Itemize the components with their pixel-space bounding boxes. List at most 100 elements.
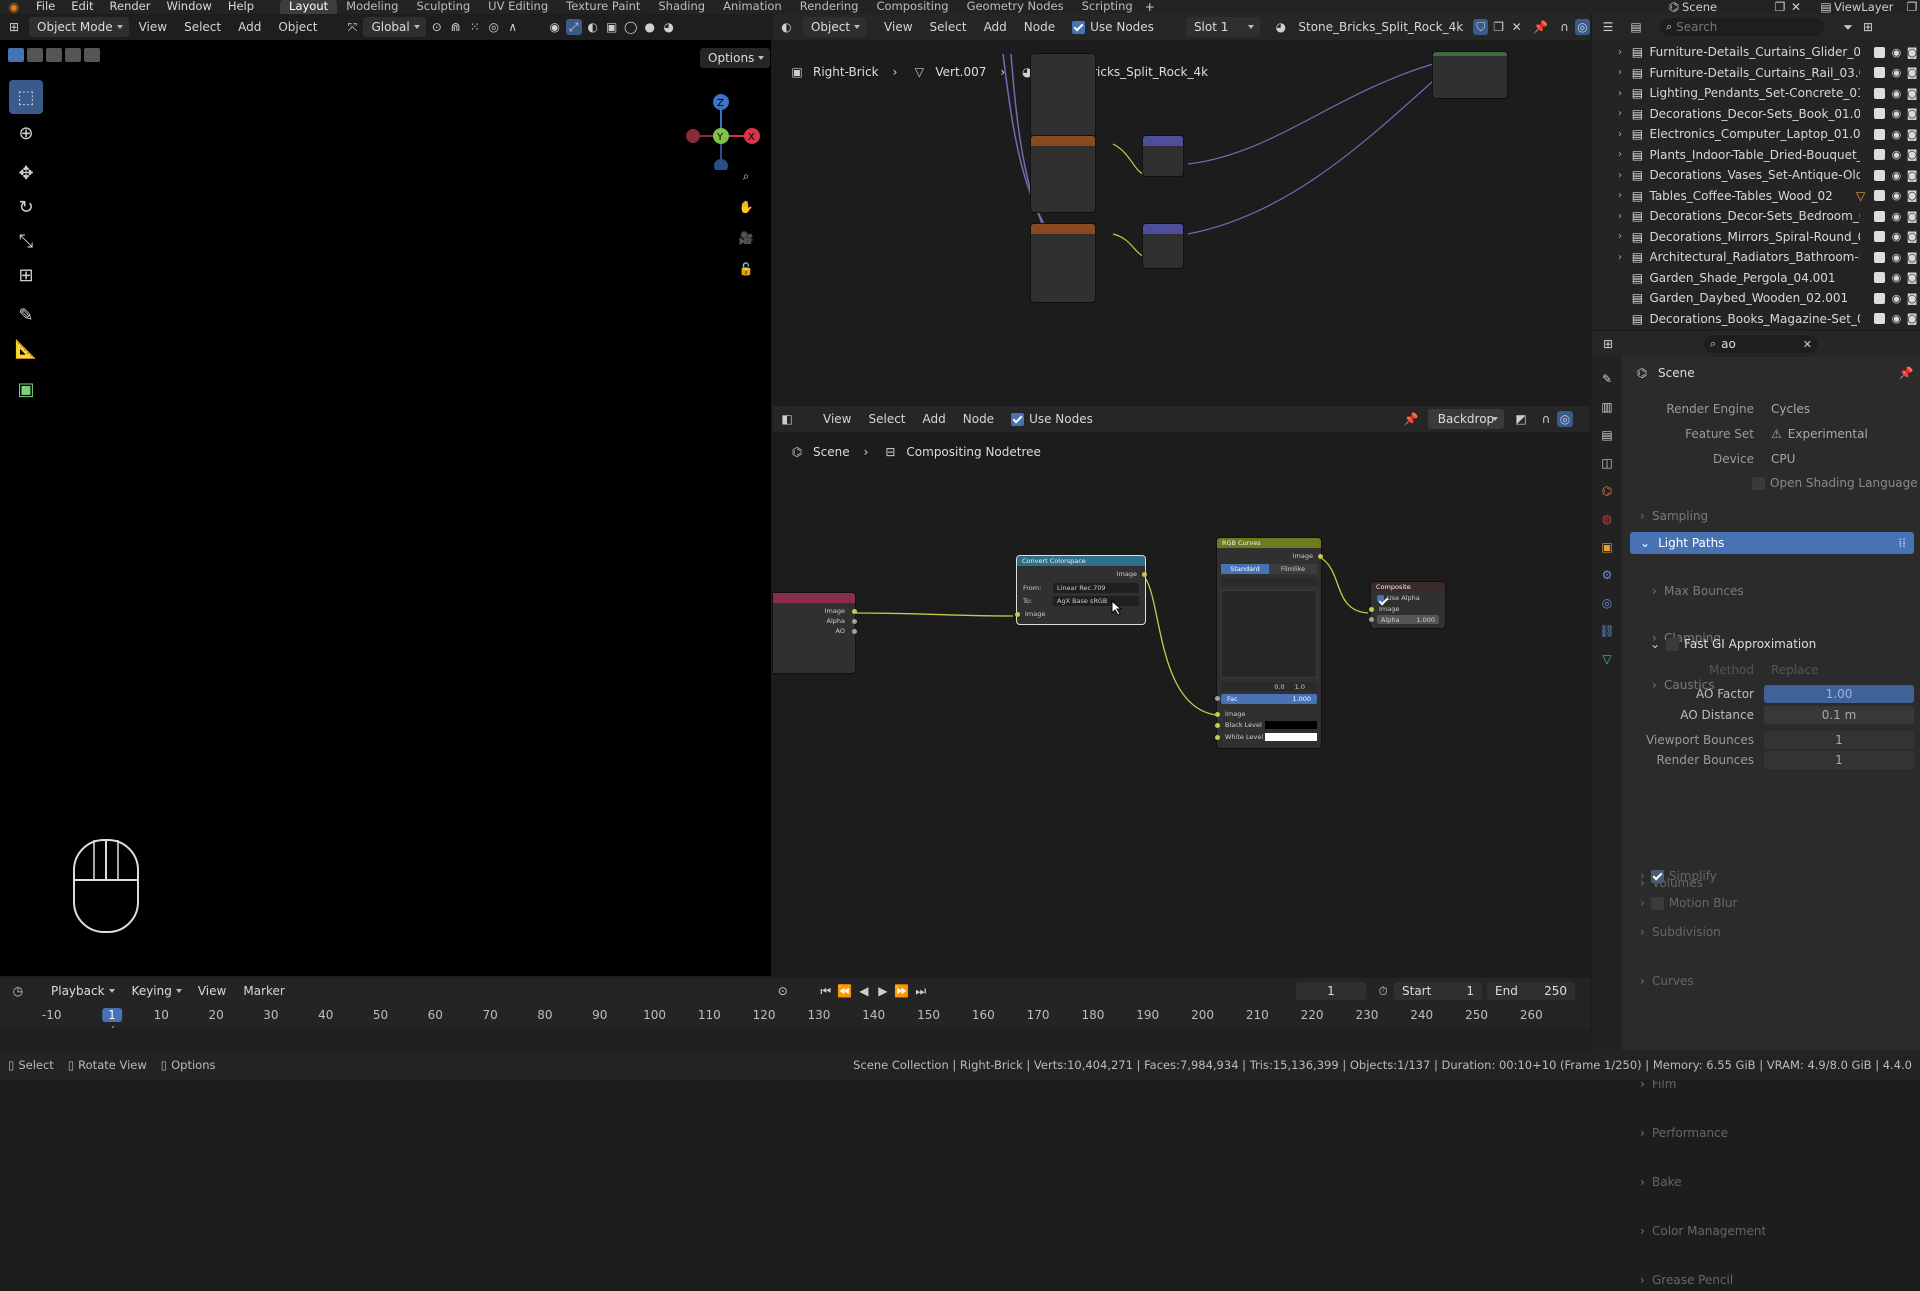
to-colorspace-dropdown[interactable]: AgX Base sRGB [1053,596,1139,606]
end-frame-field[interactable]: End 250 [1487,982,1575,1000]
properties-type-icon[interactable]: ⊞ [1600,336,1616,352]
outliner-search-field[interactable]: ⌕ [1660,18,1824,36]
overlay-toggle-icon[interactable]: ◐ [585,19,601,35]
scene-icon[interactable]: ⌬ [1666,0,1682,15]
viewport-menu-select[interactable]: Select [177,17,228,37]
texture-node-1[interactable] [1031,54,1095,136]
timeline-type-icon[interactable]: ◷ [10,983,26,999]
viewport-bounces-field[interactable]: 1 [1764,731,1914,749]
subdivision-panel[interactable]: Subdivision [1630,921,1914,943]
exclude-checkbox[interactable] [1873,149,1885,161]
curve-min-value[interactable]: 0.0 [1274,683,1284,691]
render-camera-icon[interactable]: ◙ [1904,46,1920,59]
jump-keyframe-forward-icon[interactable]: ⏩ [894,983,910,999]
marker-menu[interactable]: Marker [236,981,291,1001]
exclude-checkbox[interactable] [1873,108,1885,120]
outliner-search-input[interactable] [1676,20,1807,34]
normal-map-node-2[interactable] [1143,224,1183,268]
use-alpha-checkbox[interactable] [1377,594,1384,602]
outliner-row[interactable]: ›▤ Architectural_Radiators_Bathroom-Mode ◉… [1592,247,1920,268]
shading-material-icon[interactable]: ◕ [661,19,677,35]
gizmo-toggle-icon[interactable]: ⤢ [565,19,582,35]
outliner[interactable]: ☰ ▤ ⌕ ⏷ ⊞ ›▤Furniture-Details_Curtains_G… [1592,14,1920,329]
tab-compositing[interactable]: Compositing [867,0,957,14]
timeline[interactable]: ◷ Playback Keying View Marker ⊙ ⏮ ⏪ ◀ ▶ … [0,978,1590,1050]
performance-panel[interactable]: Performance [1630,1122,1914,1144]
tab-texture-paint[interactable]: Texture Paint [557,0,649,14]
exclude-checkbox[interactable] [1873,292,1885,304]
display-mode-icon[interactable]: ▤ [1628,19,1644,35]
fast-gi-checkbox[interactable] [1666,637,1680,651]
exclude-checkbox[interactable] [1873,272,1885,284]
curves-panel[interactable]: Curves [1630,970,1914,992]
playback-menu[interactable]: Playback [43,981,121,1001]
outliner-row[interactable]: ▤ Decorations_Books_Magazine-Set_06.0(◉◙ [1592,309,1920,330]
fac-slider[interactable]: Fac 1.000 [1221,694,1317,704]
composite-alpha-field[interactable]: Alpha 1.000 [1377,615,1439,624]
convert-colorspace-node[interactable]: Convert Colorspace Image From: Linear Re… [1015,556,1147,624]
render-camera-icon[interactable]: ◙ [1904,230,1920,243]
tab-layout[interactable]: Layout [280,0,338,14]
play-icon[interactable]: ▶ [875,983,891,999]
visibility-icon[interactable]: ◉ [547,19,563,35]
render-camera-icon[interactable]: ◙ [1904,292,1920,305]
start-frame-field[interactable]: Start 1 [1394,982,1482,1000]
ao-factor-field[interactable]: 1.00 [1764,685,1914,703]
timeline-track[interactable] [0,1028,1590,1050]
play-reverse-icon[interactable]: ◀ [856,983,872,999]
outliner-row[interactable]: › ▤ Decorations_Decor-Sets_Book_01.001 ◉ ◙ [1592,104,1920,125]
menu-render[interactable]: Render [102,0,159,14]
editor-type-icon[interactable]: ⊞ [6,19,22,35]
outliner-row[interactable]: ›▤ Furniture-Details_Curtains_Glider_02.0… [1592,42,1920,63]
data-tab-icon[interactable]: ▽ [1599,651,1615,667]
lock-view-icon[interactable]: 🔓 [738,261,754,292]
scene-close-icon[interactable]: ✕ [1788,0,1804,15]
hide-eye-icon[interactable]: ◉ [1889,66,1905,79]
expand-arrow-icon[interactable]: › [1618,88,1632,99]
drag-handle-icon[interactable]: ⁞⁞ [1898,536,1906,550]
outliner-row[interactable]: › ▤ Tables_Coffee-Tables_Wood_02 ▽ ◉ ◙ [1592,186,1920,207]
hide-eye-icon[interactable]: ◉ [1889,128,1905,141]
falloff-icon[interactable]: ∧ [505,19,521,35]
bake-panel[interactable]: Bake [1630,1171,1914,1193]
menu-window[interactable]: Window [158,0,219,14]
tab-rendering[interactable]: Rendering [791,0,868,14]
outliner-row[interactable]: › ▤ Electronics_Computer_Laptop_01.001 ◉ ◙ [1592,124,1920,145]
select-subtract-icon[interactable] [46,48,62,62]
color-management-panel[interactable]: Color Management [1630,1220,1914,1242]
tab-modeling[interactable]: Modeling [337,0,407,14]
constraint-tab-icon[interactable]: ⛓ [1599,623,1615,639]
render-layers-node[interactable]: Image Alpha AO [773,593,857,673]
render-camera-icon[interactable]: ◙ [1904,169,1920,182]
curves-tab-filmlike[interactable]: Filmlike [1269,564,1317,574]
snap-icon[interactable]: ⋒ [448,19,464,35]
motion-blur-panel[interactable]: › Motion Blur [1640,892,1914,914]
expand-arrow-icon[interactable]: › [1618,231,1632,242]
viewport-menu-add[interactable]: Add [231,17,268,37]
tab-uv-editing[interactable]: UV Editing [479,0,557,14]
render-camera-icon[interactable]: ◙ [1904,189,1920,202]
white-level-swatch[interactable] [1265,733,1317,741]
from-colorspace-dropdown[interactable]: Linear Rec.709 [1053,583,1139,593]
jump-end-icon[interactable]: ⏭ [913,983,929,999]
measure-tool-icon[interactable]: 📐 [9,332,43,366]
filter-icon[interactable]: ⏷ [1840,19,1856,35]
xray-icon[interactable]: ▣ [604,19,620,35]
hide-eye-icon[interactable]: ◉ [1889,148,1905,161]
exclude-checkbox[interactable] [1873,210,1885,222]
view-layer-browse-icon[interactable]: ❐ [1904,0,1920,15]
shader-editor[interactable]: ◐ Object View Select Add Node Use Nodes … [773,14,1590,406]
expand-arrow-icon[interactable]: › [1618,190,1632,201]
pin-context-icon[interactable]: 📌 [1898,365,1914,381]
select-extend-icon[interactable] [27,48,43,62]
render-camera-icon[interactable]: ◙ [1904,87,1920,100]
current-frame-field[interactable]: 1 [1296,982,1366,1000]
zoom-icon[interactable]: ⌕ [738,168,754,199]
timeline-view-menu[interactable]: View [191,981,233,1001]
composite-node[interactable]: Composite Use Alpha Image Alpha 1.000 [1369,582,1445,628]
annotate-tool-icon[interactable]: ✎ [9,298,43,332]
object-mode-dropdown[interactable]: Object Mode [29,17,129,37]
render-camera-icon[interactable]: ◙ [1904,251,1920,264]
render-camera-icon[interactable]: ◙ [1904,107,1920,120]
render-camera-icon[interactable]: ◙ [1904,210,1920,223]
